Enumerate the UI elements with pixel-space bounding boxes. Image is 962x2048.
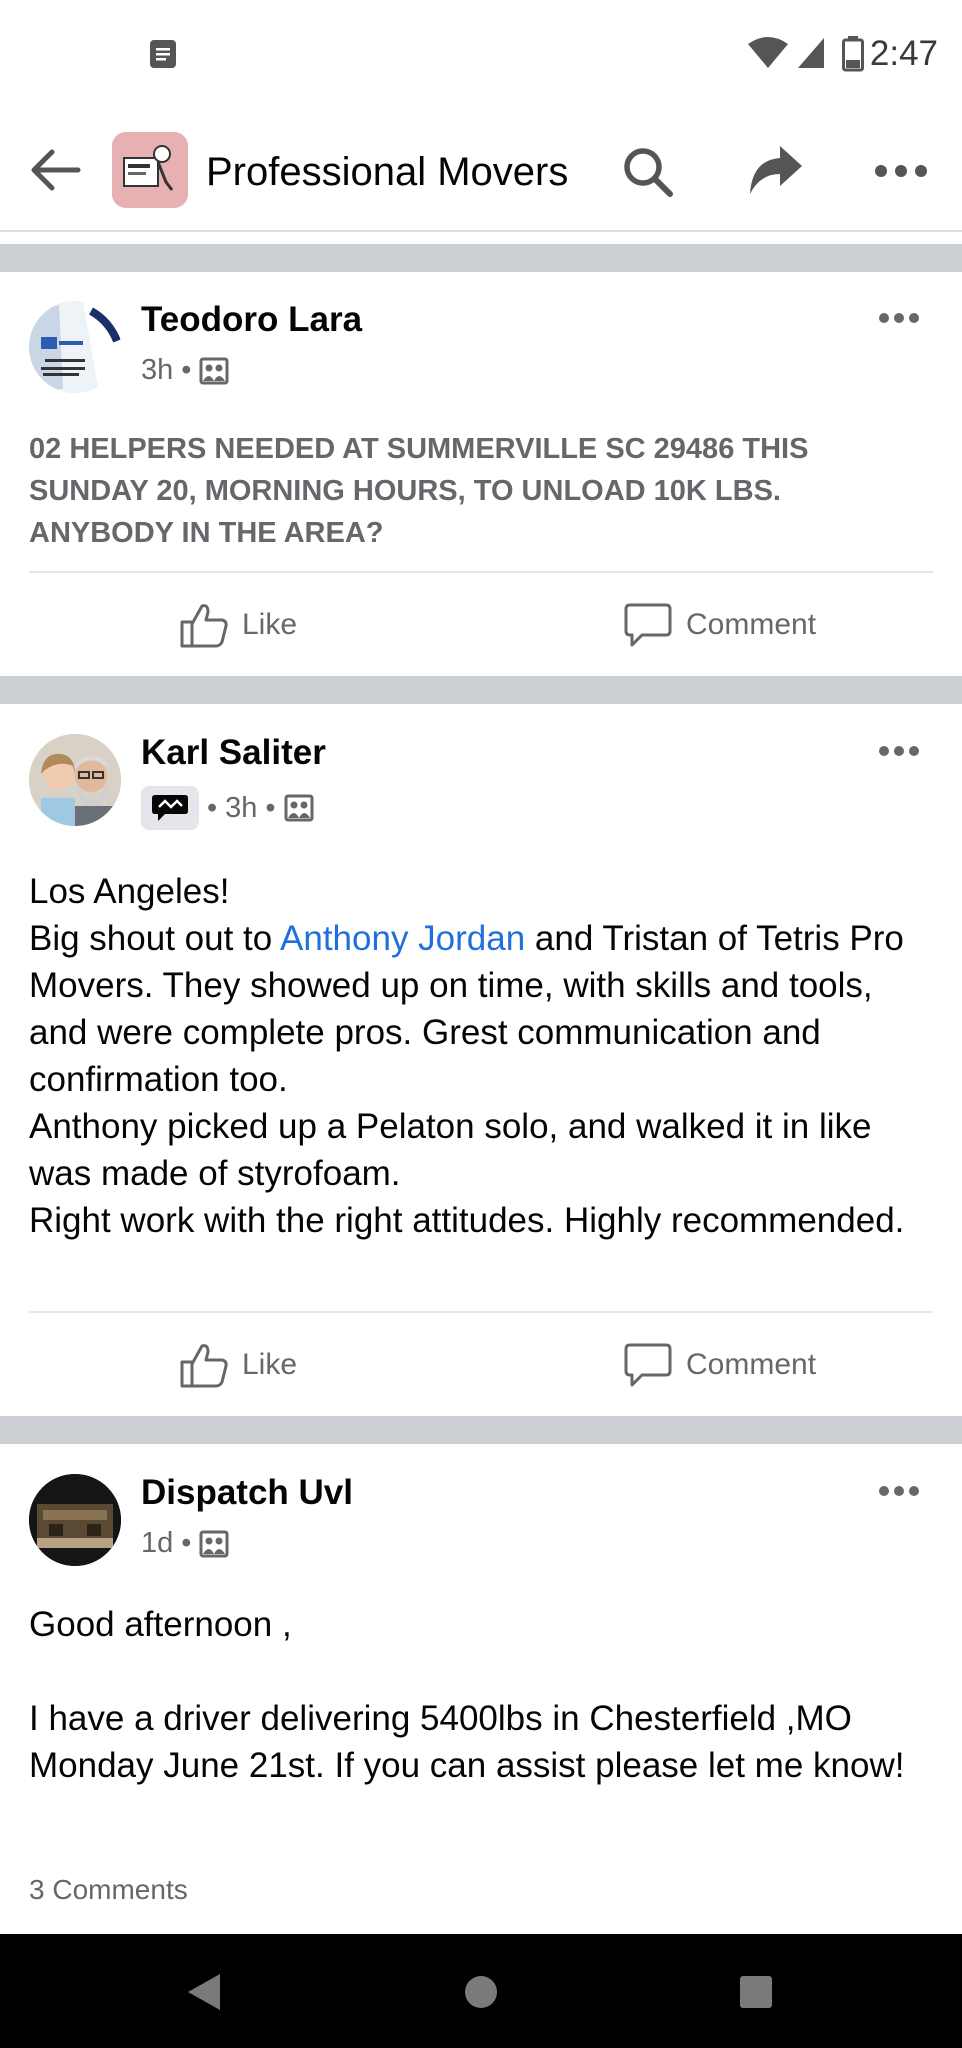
status-bar: 2:47 — [0, 0, 962, 108]
like-icon — [180, 1344, 228, 1388]
post-meta: 1d • — [141, 1527, 229, 1560]
group-audience-icon — [199, 357, 229, 384]
share-icon[interactable] — [748, 144, 804, 196]
group-avatar[interactable] — [112, 132, 188, 208]
post-options-icon[interactable] — [878, 1485, 920, 1497]
post-author[interactable]: Dispatch Uvl — [141, 1473, 353, 1513]
meta-separator: • — [181, 1527, 192, 1559]
group-audience-icon — [199, 1530, 229, 1557]
post-text-span: Big shout out to — [29, 919, 281, 958]
avatar[interactable] — [29, 301, 121, 393]
storefront-photo-icon — [29, 1474, 121, 1566]
movers-logo-icon — [112, 132, 188, 208]
more-options-icon[interactable] — [874, 164, 928, 178]
post-time[interactable]: 3h — [225, 792, 257, 825]
avatar[interactable] — [29, 734, 121, 826]
like-button[interactable]: Like — [180, 1342, 297, 1388]
post-divider — [29, 571, 933, 573]
back-arrow-icon[interactable] — [30, 148, 82, 192]
nav-home-icon[interactable] — [463, 1974, 499, 2010]
comment-button[interactable]: Comment — [624, 1342, 816, 1388]
profile-photo-icon — [29, 734, 121, 826]
group-audience-icon — [284, 794, 314, 822]
wifi-icon — [748, 37, 788, 68]
post-body: 02 HELPERS NEEDED AT SUMMERVILLE SC 2948… — [29, 433, 809, 549]
post-meta: 3h • — [141, 354, 229, 387]
meta-separator: • — [181, 354, 192, 386]
signal-icon — [798, 38, 824, 68]
meta-separator: • — [207, 791, 218, 824]
like-label: Like — [242, 1348, 298, 1381]
like-icon — [180, 604, 228, 648]
nav-back-icon[interactable] — [186, 1972, 222, 2012]
post-body: Los Angeles! Big shout out to Anthony Jo… — [29, 868, 929, 1244]
meta-separator: • — [265, 791, 276, 824]
battery-icon — [842, 36, 864, 72]
post-line: Good afternoon , — [29, 1605, 292, 1644]
feed-divider — [0, 244, 962, 272]
post-options-icon[interactable] — [878, 745, 920, 757]
post-meta: • 3h • — [141, 786, 314, 830]
status-time: 2:47 — [869, 34, 938, 73]
system-nav-bar — [0, 1934, 962, 2048]
comments-count[interactable]: 3 Comments — [29, 1874, 188, 1906]
comment-label: Comment — [686, 608, 817, 641]
member-badge[interactable] — [141, 786, 199, 830]
comment-label: Comment — [686, 1348, 817, 1381]
post-author[interactable]: Karl Saliter — [141, 733, 326, 773]
post-line: Big shout out to Anthony Jordan and Tris… — [29, 915, 929, 1103]
post-time[interactable]: 3h — [141, 354, 173, 387]
like-button[interactable]: Like — [180, 602, 297, 648]
feed-divider — [0, 676, 962, 704]
post-line: I have a driver delivering 5400lbs in Ch… — [29, 1699, 905, 1785]
post-author[interactable]: Teodoro Lara — [141, 300, 362, 340]
post-line: Anthony picked up a Pelaton solo, and wa… — [29, 1107, 872, 1193]
notification-icon — [150, 40, 176, 68]
like-label: Like — [242, 608, 298, 641]
post-line: Right work with the right attitudes. Hig… — [29, 1201, 905, 1240]
post-options-icon[interactable] — [878, 312, 920, 324]
comment-icon — [624, 603, 672, 647]
page-title[interactable]: Professional Movers — [206, 150, 568, 195]
feed-divider — [0, 1416, 962, 1444]
comment-icon — [624, 1343, 672, 1387]
post-body: Good afternoon , I have a driver deliver… — [29, 1601, 929, 1789]
app-header: Professional Movers — [0, 108, 962, 232]
post-line: Los Angeles! — [29, 872, 230, 911]
search-icon[interactable] — [622, 146, 674, 198]
avatar[interactable] — [29, 1474, 121, 1566]
conversation-starter-icon — [152, 795, 188, 821]
nav-recents-icon[interactable] — [738, 1974, 774, 2010]
mention-link[interactable]: Anthony Jordan — [280, 919, 525, 958]
comment-button[interactable]: Comment — [624, 602, 816, 648]
post-divider — [29, 1311, 933, 1313]
truck-photo-icon — [29, 301, 121, 393]
post-time[interactable]: 1d — [141, 1527, 173, 1560]
